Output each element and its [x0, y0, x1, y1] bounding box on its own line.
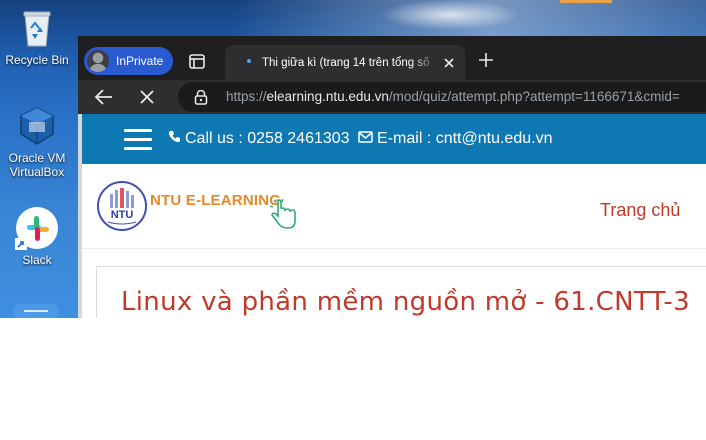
browser-toolbar: https://elearning.ntu.edu.vn/mod/quiz/at… — [78, 80, 706, 114]
url-path: /mod/quiz/attempt.php?attempt=1166671&cm… — [388, 89, 680, 104]
desktop-icon-partial[interactable] — [14, 304, 58, 318]
avatar — [87, 50, 109, 72]
recycle-bin-icon — [15, 6, 59, 50]
new-tab-icon[interactable] — [476, 50, 496, 70]
stop-loading-icon[interactable] — [139, 89, 155, 105]
inprivate-label: InPrivate — [116, 54, 164, 68]
virtualbox-icon — [15, 104, 59, 148]
nav-home-link[interactable]: Trang chủ — [600, 200, 680, 221]
contact-phone: Call us : 0258 2461303 — [185, 130, 350, 148]
url-host: elearning.ntu.edu.vn — [266, 89, 389, 104]
pointer-hand-icon — [268, 198, 302, 232]
address-bar[interactable]: https://elearning.ntu.edu.vn/mod/quiz/at… — [178, 82, 706, 112]
phone-icon — [168, 114, 181, 164]
desktop-icon-virtualbox[interactable]: Oracle VM VirtualBox — [2, 104, 72, 179]
site-top-bar: Call us : 0258 2461303 E-mail : cntt@ntu… — [82, 114, 706, 164]
desktop-icon-slack[interactable]: Slack — [2, 206, 72, 267]
logo-text: NTU — [111, 209, 134, 221]
browser-window: InPrivate Thi giữa kì (trang 14 trên tổn… — [78, 36, 706, 318]
close-tab-icon[interactable] — [441, 55, 457, 71]
url-prefix: https:// — [226, 89, 267, 104]
desktop: Recycle Bin Oracle VM VirtualBox Slack I… — [0, 0, 706, 318]
contact-email: E-mail : cntt@ntu.edu.vn — [377, 130, 553, 148]
desktop-icon-label: Oracle VM — [8, 151, 66, 165]
menu-icon[interactable] — [124, 129, 152, 151]
url-text: https://elearning.ntu.edu.vn/mod/quiz/at… — [226, 82, 680, 112]
loading-icon — [247, 59, 251, 63]
desktop-icon-label: Slack — [22, 253, 52, 267]
ntu-logo-icon[interactable]: NTU — [96, 180, 148, 232]
tab-quiz[interactable]: Thi giữa kì (trang 14 trên tổng số — [225, 45, 465, 80]
page-title: Linux và phần mềm nguồn mở - 61.CNTT-3 — [121, 287, 690, 317]
lock-icon[interactable] — [194, 89, 208, 105]
quiz-card: Linux và phần mềm nguồn mở - 61.CNTT-3 — [96, 266, 706, 318]
desktop-icon-recycle-bin[interactable]: Recycle Bin — [2, 6, 72, 67]
contact-info: Call us : 0258 2461303 E-mail : cntt@ntu… — [168, 114, 552, 164]
tab-strip: InPrivate Thi giữa kì (trang 14 trên tổn… — [78, 36, 706, 80]
web-page: Call us : 0258 2461303 E-mail : cntt@ntu… — [78, 114, 706, 318]
desktop-icon-label: VirtualBox — [9, 165, 65, 179]
site-brand[interactable]: NTU E-LEARNING — [150, 192, 281, 209]
site-header: NTU NTU E-LEARNING Trang chủ — [82, 164, 706, 249]
email-icon — [358, 114, 373, 164]
wallpaper-accent — [560, 0, 612, 3]
slack-icon — [15, 206, 59, 250]
inprivate-profile-button[interactable]: InPrivate — [84, 47, 174, 75]
back-icon[interactable] — [94, 88, 114, 106]
shortcut-arrow-icon — [15, 238, 27, 250]
tab-actions-icon[interactable] — [186, 51, 208, 73]
tab-title: Thi giữa kì (trang 14 trên tổng số — [262, 57, 430, 69]
wallpaper-cloud — [380, 0, 520, 30]
desktop-icon-label: Recycle Bin — [5, 53, 69, 67]
